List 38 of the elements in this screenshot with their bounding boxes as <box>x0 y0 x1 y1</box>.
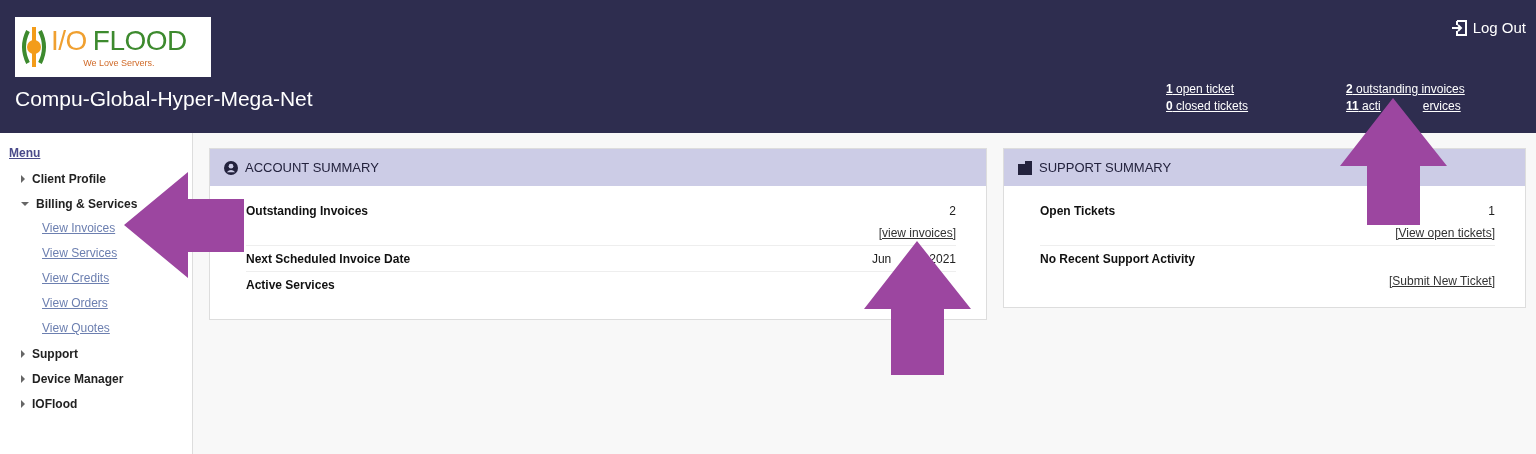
row-value: Jun <box>871 252 892 266</box>
menu-item[interactable]: Client Profile <box>9 166 106 191</box>
menu-title[interactable]: Menu <box>9 146 192 160</box>
logout-link[interactable]: Log Out <box>1450 19 1526 36</box>
logo-text: I/O <box>51 25 87 56</box>
panel-title: SUPPORT SUMMARY <box>1039 160 1172 175</box>
stat-link[interactable]: 11 acti <box>1346 99 1381 113</box>
stat-link[interactable]: 1 open ticket <box>1166 82 1235 96</box>
menu-item[interactable]: Device Manager <box>9 366 124 391</box>
row-link[interactable]: [view invoices] <box>878 226 956 240</box>
row-label: Active Services <box>246 278 335 292</box>
user-icon <box>224 160 238 175</box>
logout-icon <box>1450 19 1467 36</box>
menu-item[interactable]: Billing & Services <box>9 191 138 216</box>
stat-link[interactable]: 0 closed tickets <box>1166 99 1249 113</box>
submenu-link[interactable]: View Credits <box>42 266 110 291</box>
menu-item[interactable]: IOFlood <box>9 391 78 416</box>
folder-icon <box>1018 160 1032 175</box>
row-label: Next Scheduled Invoice Date <box>246 252 411 266</box>
row-label: Open Tickets <box>1040 204 1116 218</box>
submenu-link[interactable]: View Services <box>42 241 118 266</box>
row-label: No Recent Support Activity <box>1040 252 1195 266</box>
company-name: Compu-Global-Hyper-Mega-Net <box>15 87 313 111</box>
logo-text: FLOOD <box>92 25 187 56</box>
stat-link[interactable]: 2 outstanding invoices <box>1346 82 1465 96</box>
row-link[interactable]: [Submit New Ticket] <box>1388 274 1495 288</box>
panel-title: ACCOUNT SUMMARY <box>245 160 379 175</box>
submenu-link[interactable]: View Quotes <box>42 316 110 341</box>
row-label: Outstanding Invoices <box>246 204 368 218</box>
stat-link[interactable]: ervices <box>1422 99 1461 113</box>
row-value: 1 <box>1488 204 1495 218</box>
logo-tagline: We Love Servers. <box>83 58 155 68</box>
menu-item[interactable]: Support <box>9 341 78 366</box>
row-link[interactable]: [View open tickets] <box>1395 226 1495 240</box>
logo-icon <box>21 25 47 69</box>
submenu-link[interactable]: View Invoices <box>42 216 116 241</box>
submenu-link[interactable]: View Orders <box>42 291 108 316</box>
row-value: 2 <box>949 204 956 218</box>
